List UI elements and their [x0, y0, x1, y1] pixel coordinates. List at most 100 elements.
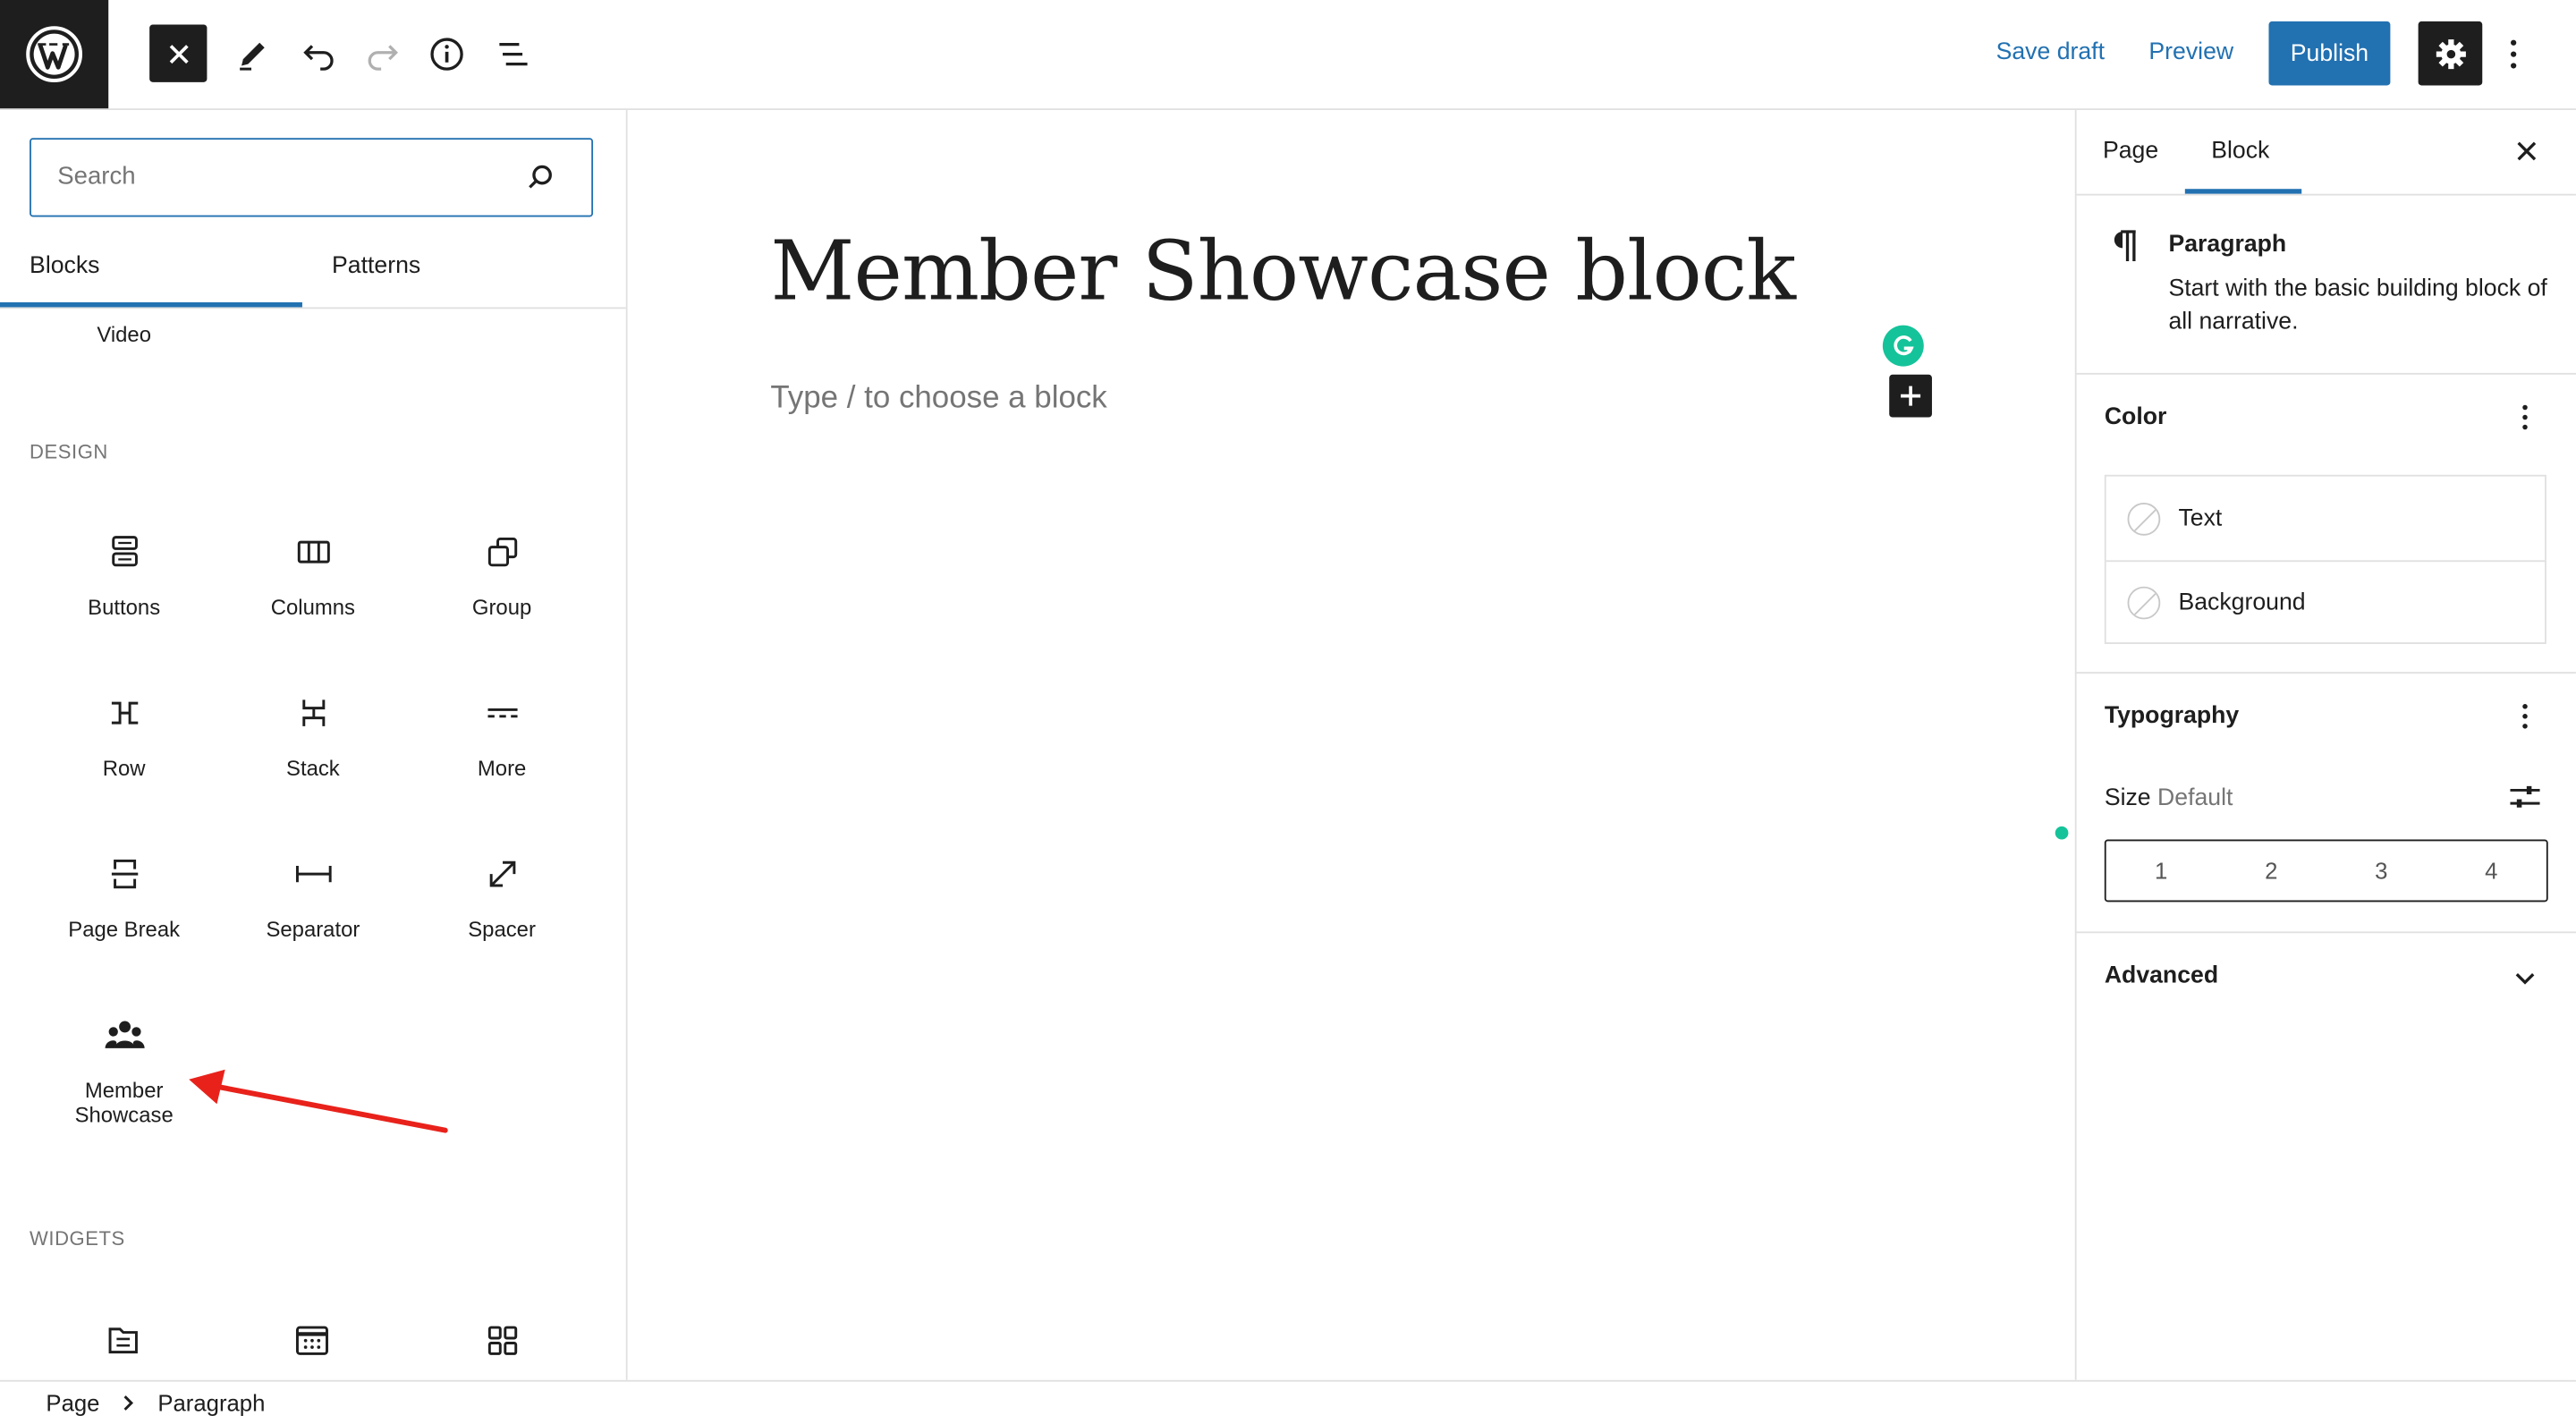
typography-options-button[interactable]	[2512, 699, 2538, 733]
no-color-swatch-icon	[2127, 502, 2161, 535]
category-widgets: WIDGETS	[30, 1227, 125, 1250]
block-item-row[interactable]: Row	[30, 693, 218, 780]
breadcrumb-bar	[0, 1379, 2576, 1424]
stack-icon	[301, 699, 325, 726]
publish-button[interactable]: Publish	[2268, 21, 2391, 86]
tab-blocks[interactable]: Blocks	[30, 253, 99, 279]
gear-icon	[2435, 38, 2465, 69]
close-icon	[168, 44, 188, 64]
block-label: Buttons	[88, 594, 161, 620]
row-icon	[110, 701, 138, 725]
block-item-video[interactable]: Video	[30, 322, 218, 347]
divider	[2076, 931, 2576, 934]
chevron-down-icon[interactable]	[2512, 964, 2538, 990]
block-item-categories[interactable]	[483, 1321, 522, 1360]
block-label: Columns	[270, 594, 355, 620]
archive-icon	[108, 1327, 138, 1354]
font-size-option-2[interactable]: 2	[2216, 841, 2326, 900]
font-size-label: Size Default	[2105, 785, 2233, 811]
search-icon	[529, 165, 552, 189]
save-draft-button[interactable]: Save draft	[1996, 39, 2105, 65]
color-options-button[interactable]	[2512, 401, 2538, 434]
columns-icon	[296, 540, 329, 564]
spacer-icon	[488, 860, 515, 887]
more-vertical-icon	[2511, 39, 2517, 69]
preview-button[interactable]: Preview	[2148, 39, 2233, 65]
tab-patterns[interactable]: Patterns	[332, 253, 420, 279]
paragraph-icon	[2107, 225, 2140, 265]
block-label: More	[477, 755, 527, 781]
block-description: Start with the basic building block of a…	[2168, 275, 2547, 335]
block-item-spacer[interactable]: Spacer	[408, 854, 597, 941]
buttons-icon	[111, 536, 137, 567]
list-view-button[interactable]	[487, 30, 537, 79]
close-sidebar-button[interactable]	[2510, 135, 2543, 168]
size-label: Size	[2104, 784, 2151, 812]
text-color-item[interactable]: Text	[2106, 477, 2546, 563]
grammarly-g-glyph	[1894, 335, 1914, 356]
category-design: DESIGN	[30, 440, 108, 463]
empty-paragraph-block[interactable]: Type / to choose a block	[770, 381, 1106, 417]
undo-button[interactable]	[294, 30, 343, 79]
undo-icon	[303, 45, 334, 71]
block-search[interactable]	[30, 138, 594, 217]
custom-size-button[interactable]	[2509, 780, 2542, 813]
tabs-divider	[2076, 193, 2576, 196]
grammarly-status-dot	[2055, 826, 2069, 840]
divider	[2076, 372, 2576, 375]
font-size-option-1[interactable]: 1	[2106, 841, 2216, 900]
grammarly-icon[interactable]	[1882, 325, 1924, 367]
breadcrumb-paragraph[interactable]: Paragraph	[157, 1390, 265, 1416]
breadcrumb-page[interactable]: Page	[46, 1390, 99, 1416]
font-size-option-4[interactable]: 4	[2436, 841, 2546, 900]
page-break-icon	[110, 859, 138, 889]
block-item-more[interactable]: More	[408, 693, 597, 780]
more-vertical-icon	[2522, 404, 2528, 430]
color-item-label: Background	[2178, 589, 2306, 615]
redo-button[interactable]	[358, 30, 407, 79]
no-color-swatch-icon	[2127, 585, 2161, 619]
block-item-columns[interactable]: Columns	[218, 532, 407, 619]
size-value: Default	[2157, 784, 2233, 812]
calendar-icon	[295, 1326, 328, 1355]
block-item-calendar[interactable]	[292, 1321, 332, 1360]
close-inserter-button[interactable]	[149, 24, 208, 82]
members-icon	[104, 1021, 144, 1048]
add-block-button[interactable]	[1889, 374, 1932, 418]
typography-panel-title[interactable]: Typography	[2105, 703, 2239, 729]
block-item-separator[interactable]: Separator	[218, 854, 407, 941]
font-size-option-3[interactable]: 3	[2326, 841, 2436, 900]
background-color-item[interactable]: Background	[2106, 560, 2545, 644]
divider	[2076, 672, 2576, 674]
annotation-arrow	[189, 1069, 448, 1133]
block-item-group[interactable]: Group	[408, 532, 597, 619]
settings-sliders-icon	[2510, 785, 2540, 808]
block-label: Spacer	[468, 916, 536, 942]
categories-icon	[487, 1326, 518, 1355]
wordpress-logo-icon[interactable]	[0, 0, 109, 109]
post-title[interactable]: Member Showcase block	[770, 224, 1796, 319]
color-panel-title[interactable]: Color	[2105, 404, 2167, 430]
block-item-buttons[interactable]: Buttons	[30, 532, 218, 619]
block-item-page-break[interactable]: Page Break	[30, 854, 218, 941]
details-button[interactable]	[422, 30, 471, 79]
tab-page[interactable]: Page	[2103, 138, 2158, 164]
tab-block[interactable]: Block	[2211, 138, 2269, 164]
color-settings-list: Text Background	[2104, 474, 2546, 644]
block-label: Page Break	[68, 916, 181, 942]
tools-button[interactable]	[228, 30, 277, 79]
plus-icon	[1901, 386, 1921, 406]
block-item-stack[interactable]: Stack	[218, 693, 407, 780]
color-item-label: Text	[2178, 504, 2223, 532]
advanced-panel-toggle[interactable]: Advanced	[2105, 962, 2218, 988]
block-label: Stack	[286, 755, 340, 781]
settings-button[interactable]	[2418, 21, 2483, 86]
tabs-divider	[0, 307, 626, 309]
pencil-icon	[240, 42, 265, 71]
options-menu-button[interactable]	[2497, 30, 2530, 79]
close-icon	[2517, 141, 2537, 161]
block-label: Row	[102, 755, 146, 781]
block-item-archives[interactable]	[104, 1321, 143, 1360]
chevron-right-icon	[120, 1394, 136, 1411]
search-input[interactable]	[57, 140, 502, 214]
